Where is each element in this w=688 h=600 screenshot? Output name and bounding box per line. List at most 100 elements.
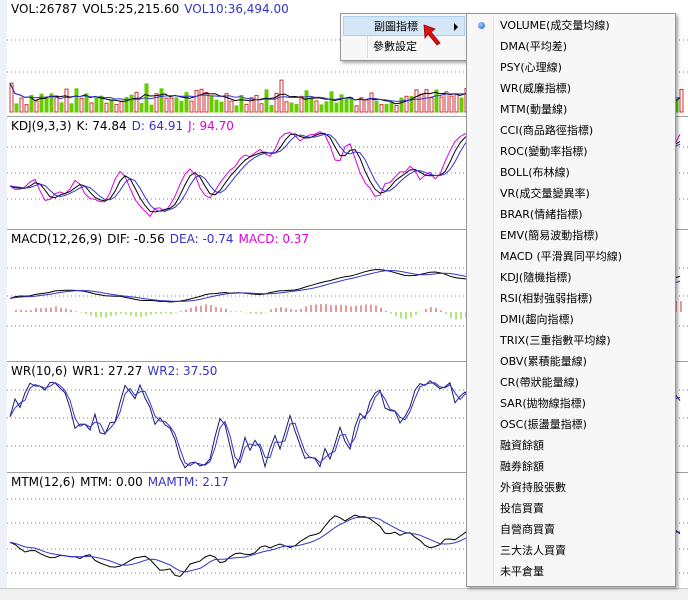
radio-bullet-icon: [478, 22, 485, 29]
volume-bar: [44, 96, 49, 113]
submenu-item[interactable]: EMV(簡易波動指標): [469, 226, 673, 246]
menu-item-label: 副圖指標: [374, 20, 418, 33]
volume-bar: [369, 92, 374, 113]
macd-dif-value: DIF: -0.56: [107, 232, 165, 246]
kdj-d-value: D: 64.91: [131, 119, 184, 133]
submenu-item[interactable]: VOLUME(成交量均線): [469, 16, 673, 36]
volume-bar: [134, 91, 139, 113]
volume-bar: [304, 90, 309, 113]
volume-bar: [289, 102, 294, 113]
volume-bar: [149, 104, 154, 113]
volume-bar: [319, 104, 324, 113]
submenu-item[interactable]: VR(成交量變異率): [469, 184, 673, 204]
volume-bar: [334, 102, 339, 113]
submenu-item[interactable]: 融資餘額: [469, 436, 673, 456]
submenu-item[interactable]: 自營商買賣: [469, 520, 673, 540]
volume-bar: [189, 100, 194, 113]
volume-bar: [364, 99, 369, 113]
volume-bar: [279, 79, 284, 113]
submenu-item-label: DMA(平均差): [500, 40, 568, 53]
vol5-value: VOL5:25,215.60: [82, 2, 180, 16]
mamtm-value: MAMTM: 2.17: [147, 475, 229, 489]
wr2-value: WR2: 37.50: [147, 364, 218, 378]
vol10-value: VOL10:36,494.00: [184, 2, 289, 16]
volume-bar: [64, 88, 69, 113]
volume-bar: [444, 91, 449, 113]
volume-bar: [459, 97, 464, 113]
submenu-item[interactable]: 三大法人買賣: [469, 541, 673, 561]
menu-item-parameter-settings[interactable]: 參數設定: [343, 37, 465, 57]
wr-legend: WR(10,6) WR1: 27.27 WR2: 37.50: [11, 364, 222, 378]
triangle-right-icon: [454, 23, 458, 31]
submenu-item[interactable]: KDJ(隨機指標): [469, 268, 673, 288]
submenu-item-label: SAR(拋物線指標): [500, 397, 586, 410]
volume-bar: [224, 93, 229, 113]
wr-title: WR(10,6): [11, 364, 68, 378]
kdj-k-value: K: 74.84: [76, 119, 127, 133]
volume-bar: [244, 103, 249, 113]
volume-legend: VOL:26787 VOL5:25,215.60 VOL10:36,494.00: [11, 2, 294, 16]
volume-bar: [429, 97, 434, 113]
volume-bar: [294, 104, 299, 113]
menu-item-sub-indicator[interactable]: 副圖指標: [343, 16, 465, 36]
volume-bar: [419, 93, 424, 113]
submenu-item[interactable]: 投信買賣: [469, 499, 673, 519]
volume-bar: [89, 102, 94, 113]
volume-bar: [384, 104, 389, 113]
kdj-title: KDJ(9,3,3): [11, 119, 72, 133]
submenu-item[interactable]: DMI(趨向指標): [469, 310, 673, 330]
submenu-item-label: MACD (平滑異同平均線): [500, 250, 623, 263]
volume-title: VOL:26787: [11, 2, 78, 16]
submenu-item[interactable]: OSC(振盪量指標): [469, 415, 673, 435]
submenu-item[interactable]: MTM(動量線): [469, 100, 673, 120]
submenu-item-label: 融資餘額: [500, 439, 544, 452]
indicator-submenu: VOLUME(成交量均線) DMA(平均差) PSY(心理線) WR(威廉指標) MTM…: [466, 13, 676, 587]
submenu-item[interactable]: RSI(相對強弱指標): [469, 289, 673, 309]
submenu-item-label: BRAR(情緒指標): [500, 208, 583, 221]
volume-bar: [379, 104, 384, 113]
volume-bar: [94, 97, 99, 113]
volume-bar: [454, 94, 459, 113]
volume-bar: [24, 104, 29, 113]
volume-bar: [184, 92, 189, 113]
volume-bar: [34, 100, 39, 113]
volume-bar: [394, 104, 399, 113]
submenu-item[interactable]: PSY(心理線): [469, 58, 673, 78]
submenu-item[interactable]: 未平倉量: [469, 562, 673, 582]
volume-bar: [339, 94, 344, 113]
submenu-item[interactable]: TRIX(三重指數平均線): [469, 331, 673, 351]
submenu-item-label: BOLL(布林線): [500, 166, 570, 179]
submenu-item-label: OSC(振盪量指標): [500, 418, 587, 431]
submenu-item-label: WR(威廉指標): [500, 82, 572, 95]
submenu-item-label: 自營商買賣: [500, 523, 555, 536]
submenu-item-label: MTM(動量線): [500, 103, 568, 116]
volume-bar: [79, 97, 84, 113]
submenu-item[interactable]: 外資持股張數: [469, 478, 673, 498]
submenu-item[interactable]: OBV(累積能量線): [469, 352, 673, 372]
submenu-item[interactable]: CR(帶狀能量線): [469, 373, 673, 393]
submenu-item[interactable]: MACD (平滑異同平均線): [469, 247, 673, 267]
submenu-item[interactable]: DMA(平均差): [469, 37, 673, 57]
volume-bar: [139, 103, 144, 113]
menu-item-label: 參數設定: [373, 40, 417, 53]
macd-dea-value: DEA: -0.74: [169, 232, 234, 246]
submenu-item[interactable]: CCI(商品路徑指標): [469, 121, 673, 141]
volume-bar: [104, 102, 109, 113]
submenu-item[interactable]: SAR(拋物線指標): [469, 394, 673, 414]
volume-bar: [374, 100, 379, 113]
submenu-item-label: OBV(累積能量線): [500, 355, 587, 368]
red-arrow-cursor-icon: [423, 24, 441, 46]
submenu-item[interactable]: BRAR(情緒指標): [469, 205, 673, 225]
volume-bar: [74, 88, 79, 113]
submenu-item-label: 投信買賣: [500, 502, 544, 515]
submenu-item-label: 外資持股張數: [500, 481, 566, 494]
macd-macd-value: MACD: 0.37: [238, 232, 310, 246]
submenu-item[interactable]: BOLL(布林線): [469, 163, 673, 183]
submenu-item[interactable]: WR(威廉指標): [469, 79, 673, 99]
volume-bar: [349, 96, 354, 113]
volume-bar: [344, 98, 349, 113]
submenu-item[interactable]: 融券餘額: [469, 457, 673, 477]
bottom-scrollbar[interactable]: [0, 588, 688, 600]
submenu-item[interactable]: ROC(變動率指標): [469, 142, 673, 162]
volume-bar: [449, 95, 454, 113]
